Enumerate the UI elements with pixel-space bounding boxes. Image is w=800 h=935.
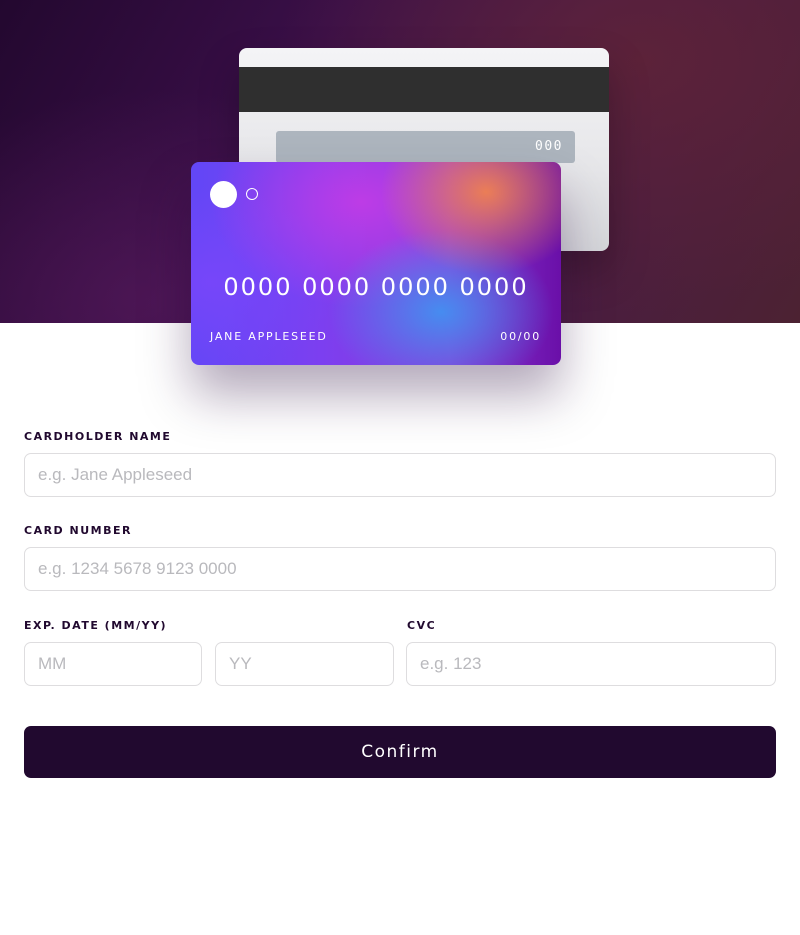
cvc-input[interactable] [406, 642, 776, 686]
card-expiry-display: 00/00 [500, 330, 541, 343]
card-number-display: 0000 0000 0000 0000 [223, 273, 529, 301]
cardholder-name-display: JANE APPLESEED [210, 330, 328, 343]
card-front: 0000 0000 0000 0000 JANE APPLESEED 00/00 [191, 162, 561, 365]
confirm-button[interactable]: Confirm [24, 726, 776, 778]
card-logo-ring-icon [246, 188, 258, 200]
exp-month-input[interactable] [24, 642, 202, 686]
card-number-input[interactable] [24, 547, 776, 591]
signature-strip: 000 [276, 131, 575, 163]
exp-year-input[interactable] [215, 642, 394, 686]
cvc-label: CVC [407, 619, 437, 632]
card-back-cvc: 000 [535, 139, 563, 154]
card-logo-circle-icon [210, 181, 237, 208]
magnetic-stripe [239, 67, 609, 112]
exp-date-label: EXP. DATE (MM/YY) [24, 619, 168, 632]
card-number-label: CARD NUMBER [24, 524, 132, 537]
cardholder-name-input[interactable] [24, 453, 776, 497]
cardholder-name-label: CARDHOLDER NAME [24, 430, 172, 443]
